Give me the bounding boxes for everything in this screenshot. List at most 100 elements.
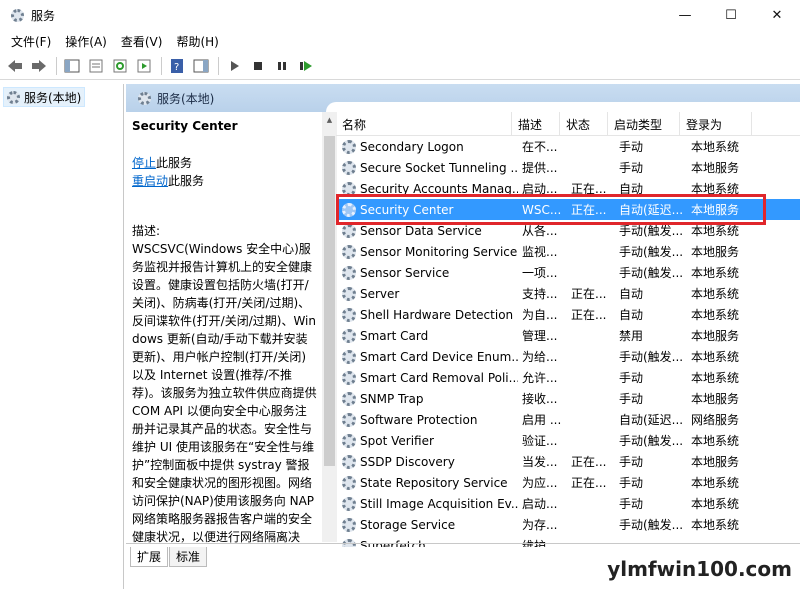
- column-description[interactable]: 描述: [512, 112, 560, 136]
- service-name-cell: State Repository Service: [342, 472, 518, 493]
- selected-service-title: Security Center: [132, 119, 238, 133]
- service-name-cell: Smart Card Removal Poli...: [342, 367, 518, 388]
- column-startup-type[interactable]: 启动类型: [608, 112, 680, 136]
- restart-icon[interactable]: [295, 55, 317, 77]
- column-status[interactable]: 状态: [560, 112, 608, 136]
- service-row[interactable]: Spot Verifier 验证... 手动(触发... 本地系统: [336, 430, 800, 451]
- window-title: 服务: [31, 8, 56, 23]
- export-list-icon[interactable]: [133, 55, 155, 77]
- service-startup-type: 自动: [619, 308, 644, 322]
- close-button[interactable]: ✕: [754, 0, 800, 30]
- column-name-label: 名称: [342, 117, 367, 132]
- service-name: Sensor Data Service: [360, 223, 482, 238]
- stop-service-link[interactable]: 停止: [132, 156, 156, 170]
- service-name: Secondary Logon: [360, 139, 464, 154]
- service-row[interactable]: Sensor Service 一项... 手动(触发... 本地系统: [336, 262, 800, 283]
- service-status: 正在...: [571, 476, 607, 490]
- service-name-cell: Secure Socket Tunneling ...: [342, 157, 518, 178]
- column-status-label: 状态: [566, 117, 591, 132]
- toolbar-separator: [218, 57, 219, 75]
- service-description-cell: 在不...: [522, 140, 558, 154]
- column-startup-type-label: 启动类型: [614, 117, 663, 132]
- description-scrollbar[interactable]: ▲: [322, 112, 337, 542]
- service-startup-type: 手动: [619, 455, 644, 469]
- stop-service-suffix: 此服务: [156, 156, 193, 170]
- maximize-button[interactable]: ☐: [708, 0, 754, 30]
- service-name-cell: Smart Card: [342, 325, 518, 346]
- svg-text:?: ?: [174, 62, 179, 73]
- service-row[interactable]: Software Protection 启用 ... 自动(延迟... 网络服务: [336, 409, 800, 430]
- properties-icon[interactable]: [85, 55, 107, 77]
- help-icon[interactable]: ?: [166, 55, 188, 77]
- pause-icon[interactable]: [271, 55, 293, 77]
- show-action-pane-icon[interactable]: [190, 55, 212, 77]
- menu-file[interactable]: 文件(F): [4, 33, 58, 50]
- service-gear-icon: [342, 286, 356, 301]
- refresh-icon[interactable]: [109, 55, 131, 77]
- column-log-on-as[interactable]: 登录为: [680, 112, 752, 136]
- service-name-cell: Shell Hardware Detection: [342, 304, 518, 325]
- start-icon[interactable]: [223, 55, 245, 77]
- column-description-label: 描述: [518, 117, 543, 132]
- service-row[interactable]: Server 支持... 正在... 自动 本地系统: [336, 283, 800, 304]
- service-description-cell: 启动...: [522, 497, 558, 511]
- service-name-cell: SSDP Discovery: [342, 451, 518, 472]
- minimize-button[interactable]: —: [662, 0, 708, 30]
- column-name[interactable]: 名称 ^: [336, 112, 512, 136]
- column-log-on-as-label: 登录为: [686, 117, 723, 132]
- service-row[interactable]: SNMP Trap 接收... 手动 本地服务: [336, 388, 800, 409]
- service-log-on-as: 本地系统: [691, 497, 740, 511]
- restart-service-link[interactable]: 重启动: [132, 174, 168, 188]
- column-header: 名称 ^ 描述 状态 启动类型 登录为: [336, 112, 800, 136]
- service-row[interactable]: State Repository Service 为应... 正在... 手动 本地系统: [336, 472, 800, 493]
- service-description-cell: 接收...: [522, 392, 558, 406]
- service-row[interactable]: SSDP Discovery 当发... 正在... 手动 本地服务: [336, 451, 800, 472]
- service-log-on-as: 本地系统: [691, 476, 740, 490]
- tab-extended[interactable]: 扩展: [130, 547, 169, 567]
- service-status: [571, 409, 615, 430]
- service-name: SSDP Discovery: [360, 454, 455, 469]
- service-startup-type: 手动: [619, 371, 644, 385]
- scrollbar-thumb[interactable]: [324, 136, 335, 466]
- service-row[interactable]: Still Image Acquisition Ev... 启动... 手动 本地系统: [336, 493, 800, 514]
- service-gear-icon: [342, 517, 356, 532]
- show-tree-icon[interactable]: [61, 55, 83, 77]
- service-log-on-as: 本地服务: [691, 161, 740, 175]
- service-name-cell: Software Protection: [342, 409, 518, 430]
- tree-item-services-local[interactable]: 服务(本地): [3, 87, 86, 107]
- service-description-cell: 为自...: [522, 308, 558, 322]
- service-startup-type: 手动(触发...: [619, 518, 684, 532]
- service-name: Software Protection: [360, 412, 478, 427]
- service-name: State Repository Service: [360, 475, 508, 490]
- menu-view[interactable]: 查看(V): [114, 33, 170, 50]
- stop-icon[interactable]: [247, 55, 269, 77]
- service-row[interactable]: Smart Card Device Enum... 为给... 手动(触发... 本地…: [336, 346, 800, 367]
- service-row[interactable]: Sensor Monitoring Service 监视... 手动(触发... 本地…: [336, 241, 800, 262]
- service-description-cell: 监视...: [522, 245, 558, 259]
- service-startup-type: 手动: [619, 476, 644, 490]
- selection-highlight-box: [336, 194, 766, 225]
- back-icon[interactable]: [4, 55, 26, 77]
- service-description-cell: 启用 ...: [522, 413, 562, 427]
- service-status: [571, 430, 615, 451]
- forward-icon[interactable]: [28, 55, 50, 77]
- service-name-cell: Smart Card Device Enum...: [342, 346, 518, 367]
- service-row[interactable]: Secondary Logon 在不... 手动 本地系统: [336, 136, 800, 157]
- service-startup-type: 手动: [619, 392, 644, 406]
- tab-standard[interactable]: 标准: [169, 547, 208, 567]
- service-row[interactable]: Shell Hardware Detection 为自... 正在... 自动 本地系统: [336, 304, 800, 325]
- service-row[interactable]: Smart Card 管理... 禁用 本地服务: [336, 325, 800, 346]
- service-name-cell: SNMP Trap: [342, 388, 518, 409]
- service-gear-icon: [342, 496, 356, 511]
- header-divider: [326, 102, 800, 112]
- service-row[interactable]: Secure Socket Tunneling ... 提供... 手动 本地服务: [336, 157, 800, 178]
- menu-help[interactable]: 帮助(H): [169, 33, 225, 50]
- service-row[interactable]: Smart Card Removal Poli... 允许... 手动 本地系统: [336, 367, 800, 388]
- service-name: SNMP Trap: [360, 391, 424, 406]
- description-label: 描述:: [132, 224, 161, 238]
- service-row[interactable]: Storage Service 为存... 手动(触发... 本地系统: [336, 514, 800, 535]
- menu-action[interactable]: 操作(A): [58, 33, 114, 50]
- scroll-up-icon[interactable]: ▲: [322, 112, 337, 128]
- service-status: [571, 136, 615, 157]
- restart-service-suffix: 此服务: [168, 174, 205, 188]
